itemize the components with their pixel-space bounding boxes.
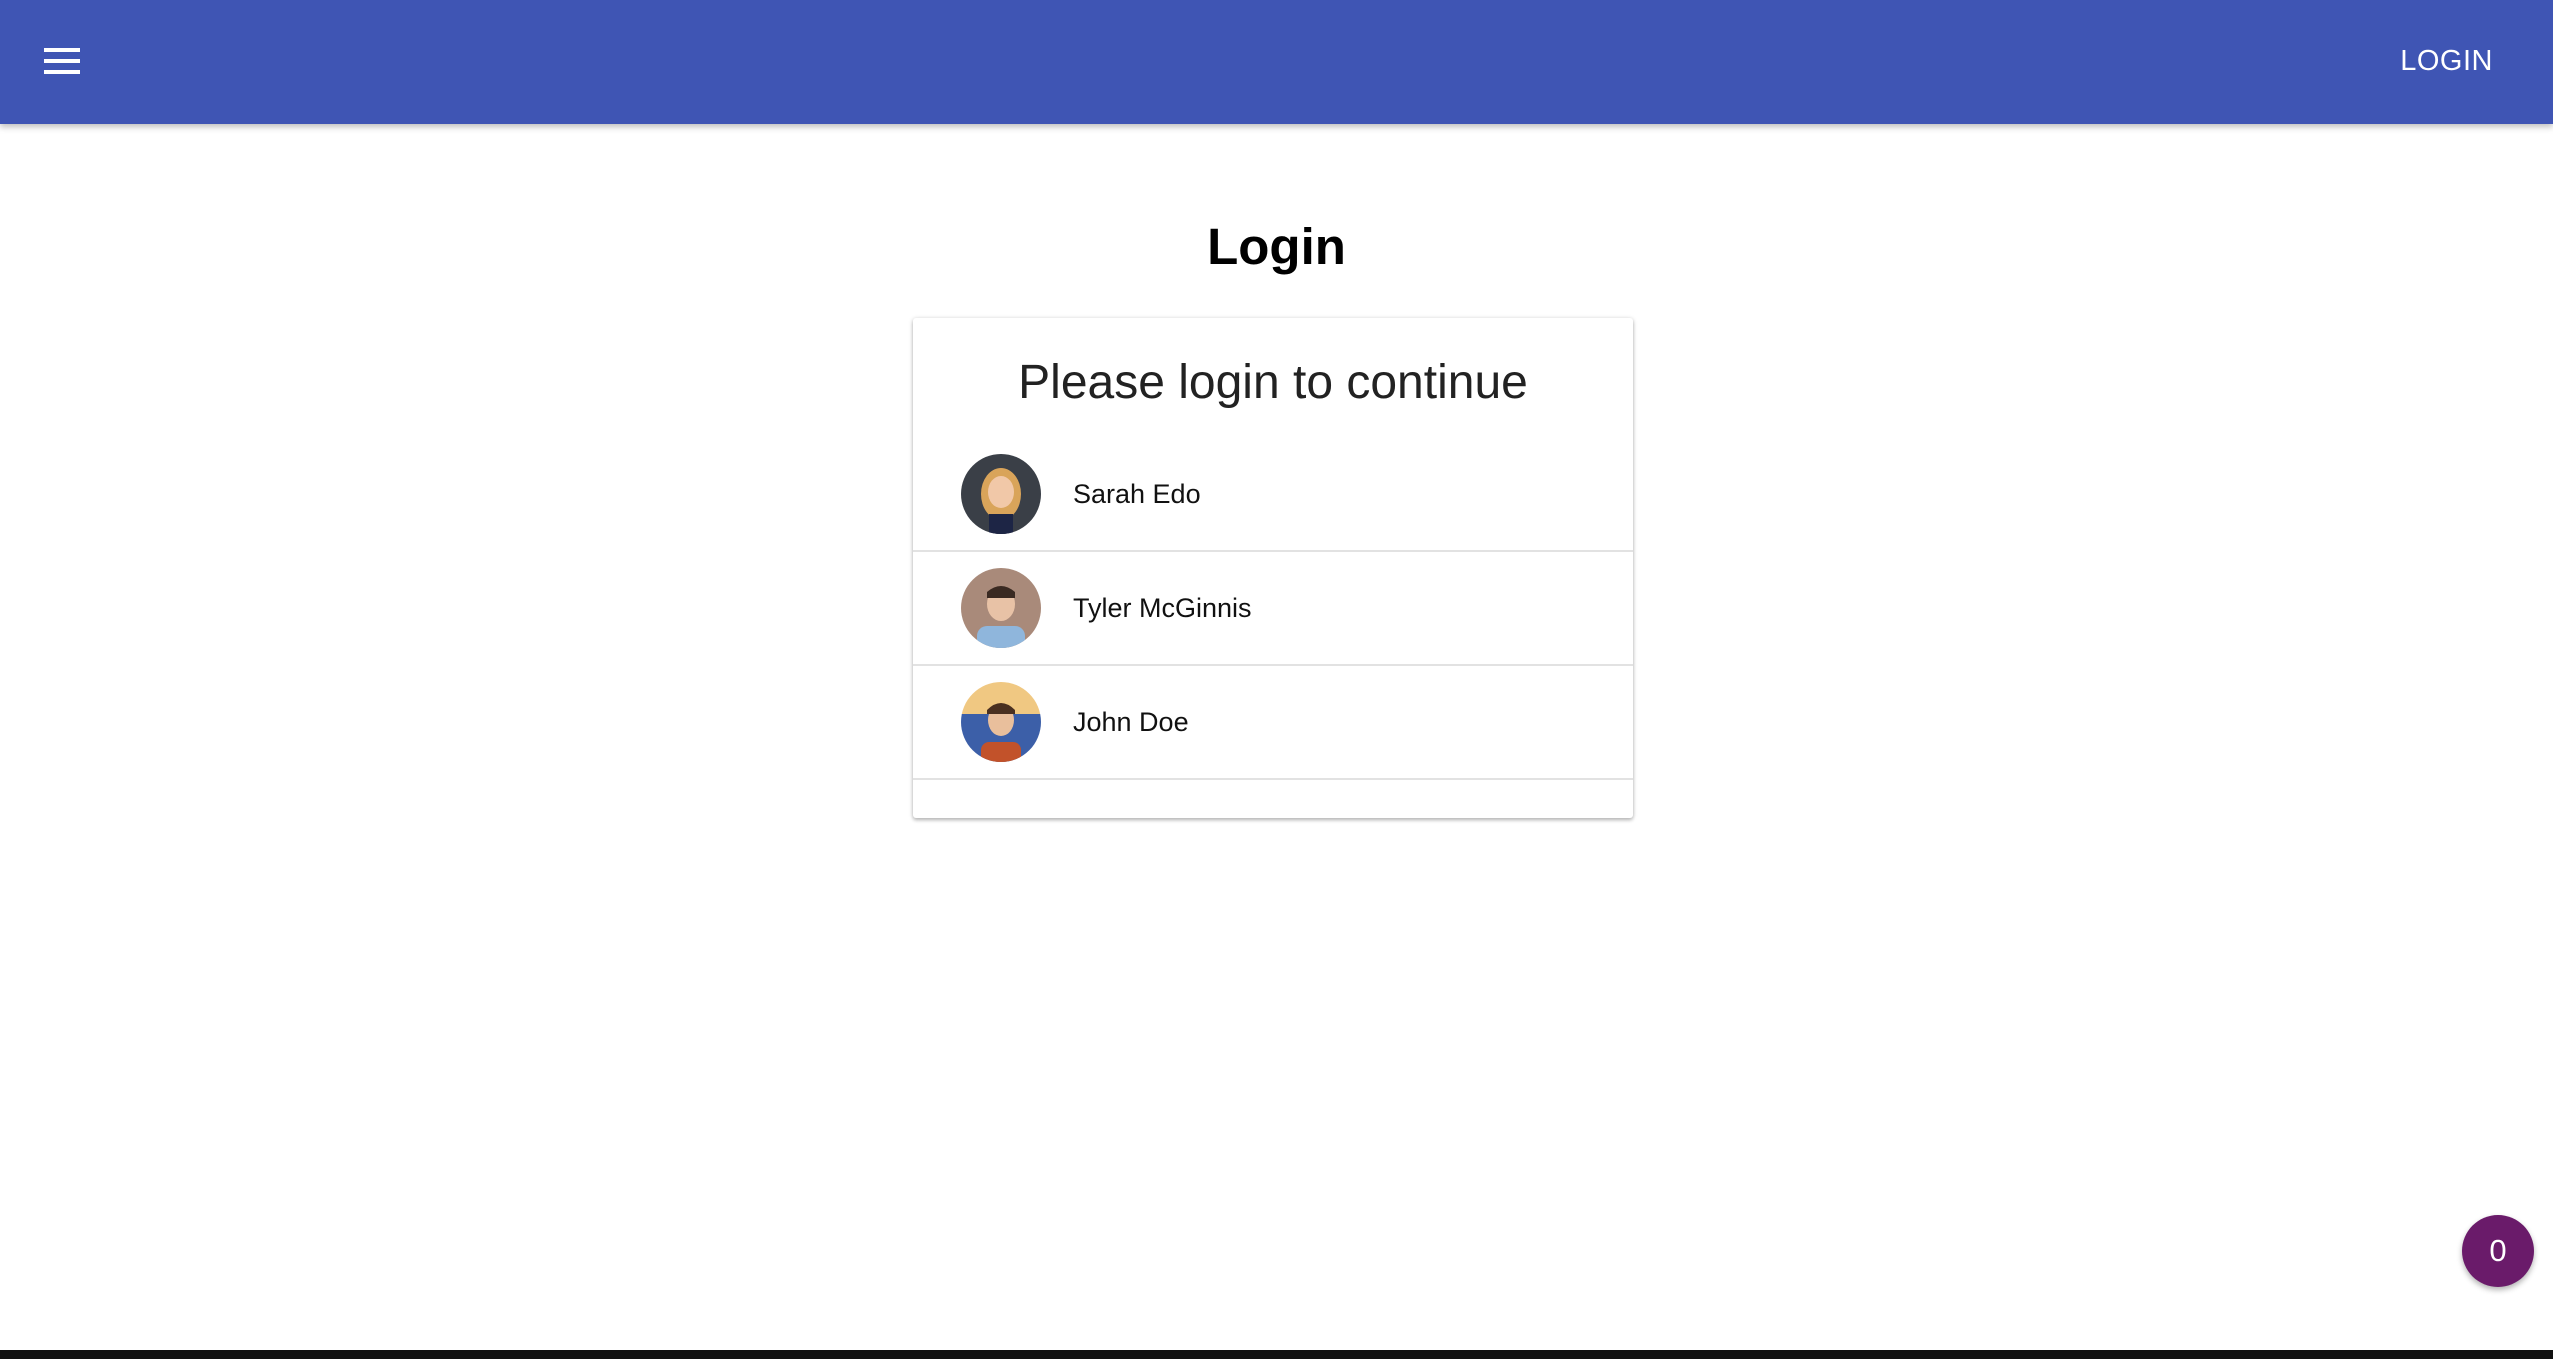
user-avatar-photo xyxy=(961,682,1041,762)
bottom-edge-bar xyxy=(0,1350,2553,1359)
user-list-item[interactable]: Tyler McGinnis xyxy=(913,552,1633,666)
user-name: Sarah Edo xyxy=(1073,479,1201,509)
user-avatar xyxy=(961,454,1041,534)
user-name: Tyler McGinnis xyxy=(1073,593,1252,623)
user-avatar-photo xyxy=(961,454,1041,534)
user-avatar-photo xyxy=(961,568,1041,648)
app-bar: LOGIN xyxy=(0,0,2553,124)
page-title: Login xyxy=(1207,218,1346,275)
user-name: John Doe xyxy=(1073,707,1189,737)
user-avatar xyxy=(961,682,1041,762)
card-title: Please login to continue xyxy=(1018,356,1528,409)
user-list-item[interactable]: Sarah Edo xyxy=(913,438,1633,552)
user-avatar xyxy=(961,568,1041,648)
hamburger-menu-icon xyxy=(44,48,80,74)
login-button[interactable]: LOGIN xyxy=(2400,36,2493,86)
login-card: Please login to continue Sarah Edo Tyler… xyxy=(913,318,1633,818)
menu-button[interactable] xyxy=(40,40,90,84)
counter-badge-button[interactable]: 0 xyxy=(2462,1215,2534,1287)
user-list-item[interactable]: John Doe xyxy=(913,666,1633,780)
